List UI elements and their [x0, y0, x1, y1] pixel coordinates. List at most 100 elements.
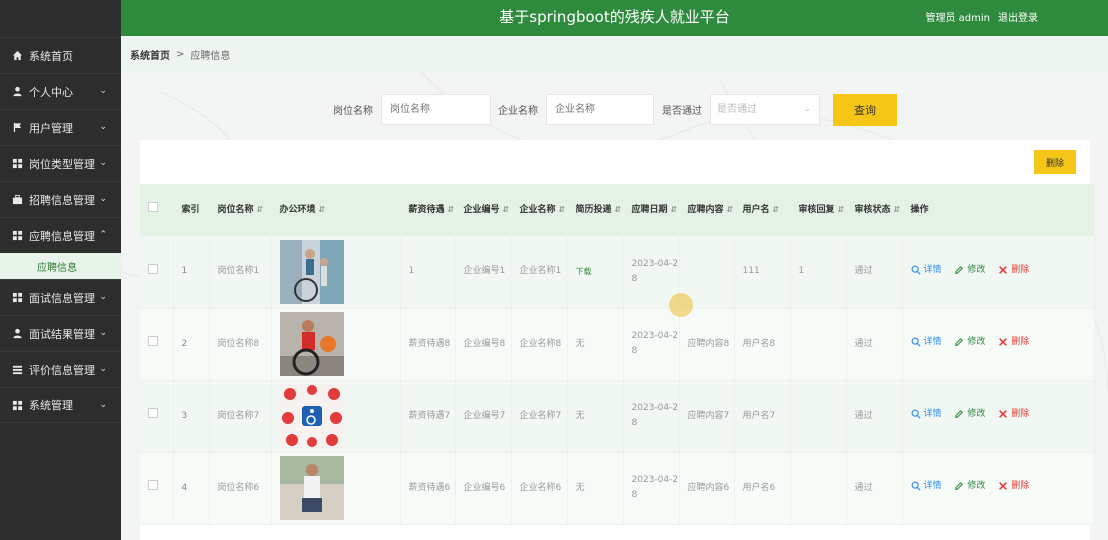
sidebar-item-home[interactable]: 系统首页 [0, 37, 121, 73]
sidebar-item-interview-results[interactable]: 面试结果管理 ⌄ [0, 315, 121, 351]
header-resume[interactable]: 简历投递 ⇵ [567, 184, 624, 236]
sort-icon[interactable]: ⇵ [257, 205, 264, 214]
office-env-image[interactable] [279, 312, 344, 376]
search-icon [911, 481, 921, 491]
company-name-input[interactable] [546, 94, 654, 125]
sort-icon[interactable]: ⇵ [838, 205, 845, 214]
sidebar-item-users[interactable]: 用户管理 ⌄ [0, 109, 121, 145]
resume-value: 无 [575, 338, 585, 349]
header-label: 应聘日期 [631, 205, 668, 215]
pencil-icon [955, 410, 964, 419]
header-content[interactable]: 应聘内容 ⇵ [679, 184, 735, 236]
row-company-name: 企业名称8 [511, 308, 568, 380]
row-checkbox[interactable] [148, 408, 158, 418]
row-select-cell[interactable] [140, 452, 174, 524]
delete-button[interactable]: 删除 [998, 263, 1029, 278]
row-reply: 1 [790, 236, 847, 308]
table-panel: 删除 索引 岗位名称 ⇵ 办公环境 ⇵ 薪资待遇 ⇵ 企业编号 ⇵ 企业名称 ⇵ 简历投递… [140, 140, 1095, 540]
close-icon [999, 482, 1008, 491]
sidebar-subitem-applications[interactable]: 应聘信息 [0, 253, 121, 279]
row-company-name: 企业名称6 [511, 452, 568, 524]
detail-button[interactable]: 详情 [911, 479, 942, 494]
detail-button[interactable]: 详情 [911, 335, 942, 350]
office-env-image[interactable] [279, 456, 344, 520]
header-username[interactable]: 用户名 ⇵ [734, 184, 791, 236]
detail-button[interactable]: 详情 [911, 263, 942, 278]
query-button[interactable]: 查询 [833, 94, 897, 126]
row-company-name: 企业名称1 [511, 236, 568, 308]
sidebar-item-reviews[interactable]: 评价信息管理 ⌄ [0, 351, 121, 387]
edit-button[interactable]: 修改 [954, 263, 985, 278]
edit-button[interactable]: 修改 [954, 335, 985, 350]
delete-button[interactable]: 删除 [998, 407, 1029, 422]
job-name-label: 岗位名称 [333, 106, 373, 117]
sort-icon[interactable]: ⇵ [559, 205, 566, 214]
sidebar-item-applications[interactable]: 应聘信息管理 ⌃ [0, 217, 121, 253]
row-select-cell[interactable] [140, 308, 174, 380]
sort-icon[interactable]: ⇵ [773, 205, 780, 214]
row-select-cell[interactable] [140, 380, 174, 452]
passed-select[interactable]: 是否通过 ⌄ [710, 94, 820, 125]
sidebar-item-label: 招聘信息管理 [29, 193, 95, 207]
header-office-env[interactable]: 办公环境 ⇵ [271, 184, 401, 236]
row-index: 2 [173, 308, 210, 380]
row-office-env [271, 308, 401, 380]
delete-button[interactable]: 删除 [998, 335, 1029, 350]
sort-icon[interactable]: ⇵ [727, 205, 734, 214]
office-env-image[interactable] [279, 384, 344, 448]
table-row: 1 岗位名称1 1 企业编号1 企业名称1 下载 2023-04-28 111 … [140, 236, 1095, 308]
header-actions: 操作 [902, 184, 1095, 236]
sidebar-item-recruitment[interactable]: 招聘信息管理 ⌄ [0, 181, 121, 217]
row-checkbox[interactable] [148, 336, 158, 346]
sidebar-item-interviews[interactable]: 面试信息管理 ⌄ [0, 279, 121, 315]
header-status[interactable]: 审核状态 ⇵ [846, 184, 903, 236]
header-salary[interactable]: 薪资待遇 ⇵ [400, 184, 456, 236]
sidebar-item-job-types[interactable]: 岗位类型管理 ⌄ [0, 145, 121, 181]
search-icon [911, 409, 921, 419]
row-checkbox[interactable] [148, 480, 158, 490]
sort-icon[interactable]: ⇵ [671, 205, 678, 214]
logout-link[interactable]: 退出登录 [998, 9, 1038, 24]
row-job-name: 岗位名称8 [209, 308, 272, 380]
edit-label: 修改 [967, 408, 986, 419]
chevron-down-icon: ⌄ [99, 400, 107, 410]
header-company-name[interactable]: 企业名称 ⇵ [511, 184, 568, 236]
table-row: 3 岗位名称7 薪资待遇7 企业编号7 企业名称7 无 2023-04-28 应… [140, 380, 1095, 452]
resume-download-link[interactable]: 下载 [576, 267, 592, 276]
row-select-cell[interactable] [140, 236, 174, 308]
select-all-cell[interactable] [140, 184, 174, 236]
row-status: 通过 [846, 380, 903, 452]
resume-value: 无 [575, 410, 585, 421]
batch-delete-button[interactable]: 删除 [1034, 150, 1076, 174]
edit-button[interactable]: 修改 [954, 407, 985, 422]
row-checkbox[interactable] [148, 263, 158, 274]
sidebar-item-label: 岗位类型管理 [29, 157, 95, 171]
search-icon [911, 337, 921, 347]
applications-table: 索引 岗位名称 ⇵ 办公环境 ⇵ 薪资待遇 ⇵ 企业编号 ⇵ 企业名称 ⇵ 简历投递 ⇵ 应… [140, 184, 1095, 525]
sort-icon[interactable]: ⇵ [319, 205, 326, 214]
header-date[interactable]: 应聘日期 ⇵ [623, 184, 680, 236]
chevron-up-icon: ⌃ [99, 230, 107, 240]
table-header-row: 索引 岗位名称 ⇵ 办公环境 ⇵ 薪资待遇 ⇵ 企业编号 ⇵ 企业名称 ⇵ 简历投递 ⇵ 应… [140, 184, 1095, 236]
detail-button[interactable]: 详情 [911, 407, 942, 422]
job-name-input[interactable] [381, 94, 491, 125]
grid-icon [11, 158, 23, 170]
header-label: 简历投递 [575, 205, 612, 215]
sidebar-item-personal[interactable]: 个人中心 ⌄ [0, 73, 121, 109]
sidebar-item-label: 用户管理 [29, 121, 73, 135]
header-company-no[interactable]: 企业编号 ⇵ [455, 184, 512, 236]
row-office-env [271, 380, 401, 452]
sort-icon[interactable]: ⇵ [894, 205, 901, 214]
sort-icon[interactable]: ⇵ [503, 205, 510, 214]
header-job-name[interactable]: 岗位名称 ⇵ [209, 184, 272, 236]
header-reply[interactable]: 审核回复 ⇵ [790, 184, 847, 236]
office-env-image[interactable] [279, 239, 344, 304]
breadcrumb-home[interactable]: 系统首页 [130, 47, 170, 62]
edit-button[interactable]: 修改 [954, 479, 985, 494]
select-all-checkbox[interactable] [148, 202, 158, 212]
sort-icon[interactable]: ⇵ [615, 205, 622, 214]
sort-icon[interactable]: ⇵ [448, 205, 455, 214]
row-resume: 下载 [567, 236, 624, 308]
delete-button[interactable]: 删除 [998, 479, 1029, 494]
sidebar-item-system[interactable]: 系统管理 ⌄ [0, 387, 121, 423]
